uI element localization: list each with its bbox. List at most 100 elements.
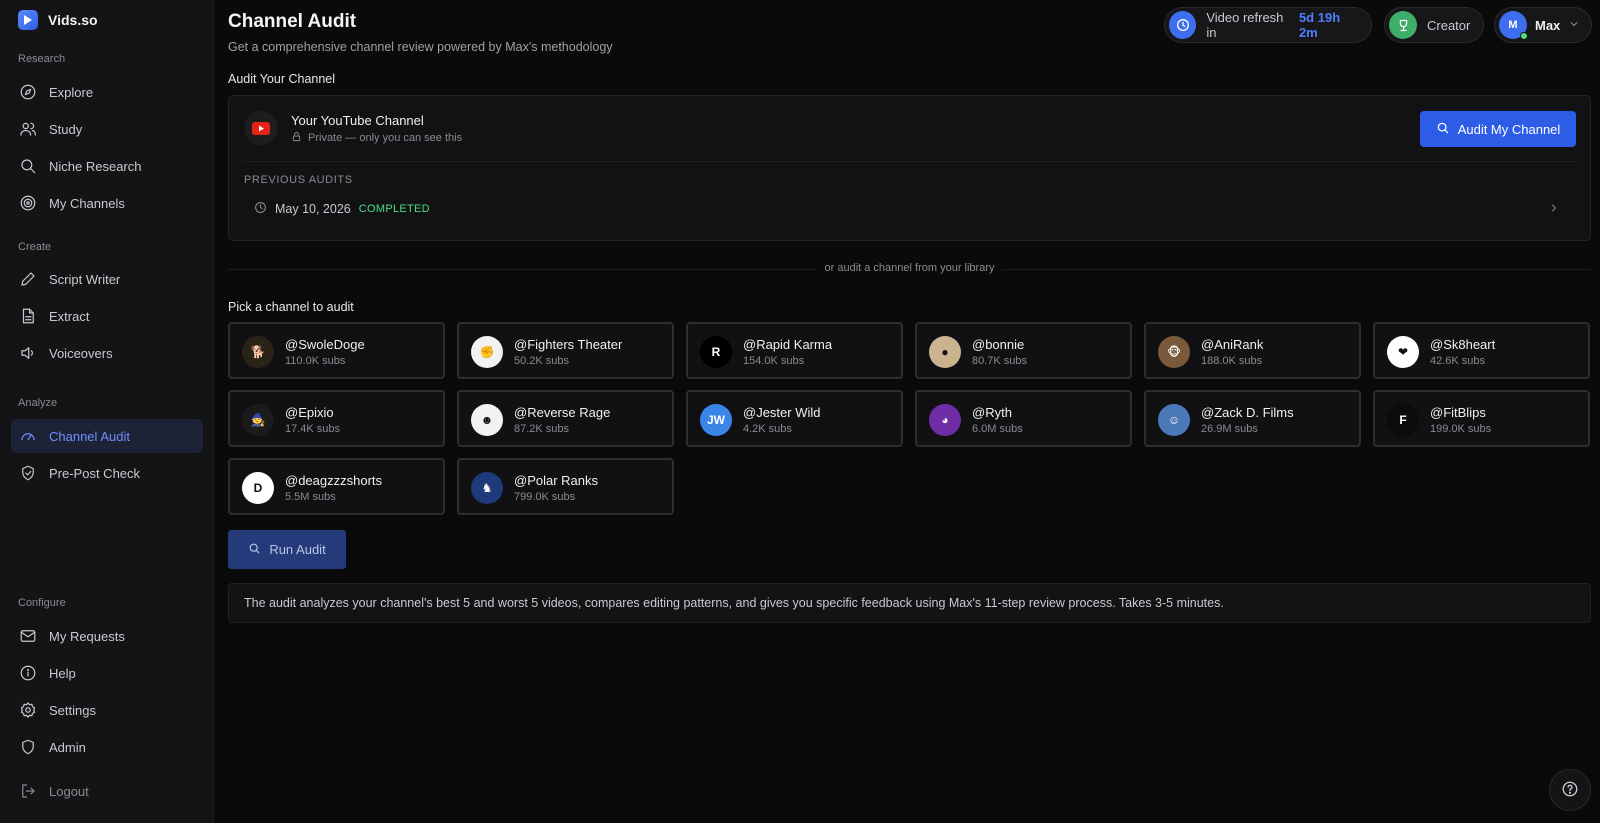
channel-avatar: JW xyxy=(700,404,732,436)
sidebar-item-pre-post-check[interactable]: Pre-Post Check xyxy=(11,456,203,490)
brand-name: Vids.so xyxy=(48,12,98,28)
audit-info-box: The audit analyzes your channel's best 5… xyxy=(228,583,1591,623)
channel-card[interactable]: F @FitBlips 199.0K subs xyxy=(1373,390,1590,447)
sidebar-item-label: My Channels xyxy=(49,195,125,211)
sidebar: Vids.so Research Explore Study Niche Res… xyxy=(0,0,214,823)
audit-button-label: Audit My Channel xyxy=(1457,121,1561,137)
sidebar-item-label: Niche Research xyxy=(49,158,142,174)
compass-icon xyxy=(19,83,37,101)
audit-section-heading: Audit Your Channel xyxy=(228,72,336,86)
document-icon xyxy=(19,307,37,325)
users-icon xyxy=(19,120,37,138)
section-create: Create xyxy=(18,241,52,253)
or-divider-text: or audit a channel from your library xyxy=(816,262,1003,274)
sidebar-item-my-channels[interactable]: My Channels xyxy=(11,186,203,220)
audit-my-channel-button[interactable]: Audit My Channel xyxy=(1420,111,1576,147)
sidebar-item-explore[interactable]: Explore xyxy=(11,75,203,109)
channel-avatar: 🐵 xyxy=(1158,336,1190,368)
sidebar-item-niche-research[interactable]: Niche Research xyxy=(11,149,203,183)
channel-card[interactable]: 🐵 @AniRank 188.0K subs xyxy=(1144,322,1361,379)
channel-avatar: ✊ xyxy=(471,336,503,368)
mail-icon xyxy=(19,627,37,645)
refresh-countdown: 5d 19h 2m xyxy=(1298,10,1341,40)
channel-card[interactable]: JW @Jester Wild 4.2K subs xyxy=(686,390,903,447)
channel-card[interactable]: ☺ @Zack D. Films 26.9M subs xyxy=(1144,390,1361,447)
channel-subs: 4.2K subs xyxy=(743,423,792,435)
sidebar-item-label: Pre-Post Check xyxy=(49,465,141,481)
previous-audit-row[interactable]: May 10, 2026 COMPLETED xyxy=(244,196,1576,222)
sidebar-item-logout[interactable]: Logout xyxy=(11,774,203,808)
audit-date: May 10, 2026 xyxy=(275,202,351,216)
channel-handle: @AniRank xyxy=(1201,337,1264,352)
channel-handle: @Polar Ranks xyxy=(514,473,599,488)
question-icon xyxy=(1561,780,1579,801)
channel-avatar: 🐕 xyxy=(242,336,274,368)
sidebar-item-study[interactable]: Study xyxy=(11,112,203,146)
channel-card[interactable]: 🧙 @Epixio 17.4K subs xyxy=(228,390,445,447)
brand-logo-icon xyxy=(18,10,38,30)
channel-card[interactable]: ❤ @Sk8heart 42.6K subs xyxy=(1373,322,1590,379)
help-button[interactable] xyxy=(1549,769,1591,811)
channel-handle: @SwoleDoge xyxy=(285,337,365,352)
section-research: Research xyxy=(18,53,66,65)
refresh-label: Video refresh in xyxy=(1206,10,1284,40)
channel-subs: 199.0K subs xyxy=(1430,423,1492,435)
sidebar-item-label: Voiceovers xyxy=(49,345,113,361)
trophy-icon xyxy=(1389,11,1417,39)
channel-subs: 26.9M subs xyxy=(1201,423,1258,435)
plan-badge[interactable]: Creator xyxy=(1384,7,1484,43)
channel-card[interactable]: ● @bonnie 80.7K subs xyxy=(915,322,1132,379)
sidebar-item-extract[interactable]: Extract xyxy=(11,299,203,333)
channel-subs: 154.0K subs xyxy=(743,355,805,367)
channel-card[interactable]: ✊ @Fighters Theater 50.2K subs xyxy=(457,322,674,379)
channel-card[interactable]: R @Rapid Karma 154.0K subs xyxy=(686,322,903,379)
gear-icon xyxy=(19,701,37,719)
channel-handle: @FitBlips xyxy=(1430,405,1486,420)
channel-handle: @Fighters Theater xyxy=(514,337,623,352)
channel-card[interactable]: ☻ @Reverse Rage 87.2K subs xyxy=(457,390,674,447)
channel-handle: @Reverse Rage xyxy=(514,405,611,420)
sidebar-item-my-requests[interactable]: My Requests xyxy=(11,619,203,653)
sidebar-item-admin[interactable]: Admin xyxy=(11,730,203,764)
divider xyxy=(243,161,1576,162)
run-audit-button[interactable]: Run Audit xyxy=(228,530,346,569)
channel-handle: @Jester Wild xyxy=(743,405,821,420)
sidebar-item-settings[interactable]: Settings xyxy=(11,693,203,727)
channel-card[interactable]: D @deagzzzshorts 5.5M subs xyxy=(228,458,445,515)
channel-card[interactable]: ◕ @Ryth 6.0M subs xyxy=(915,390,1132,447)
sidebar-item-voiceovers[interactable]: Voiceovers xyxy=(11,336,203,370)
chevron-right-icon xyxy=(1548,202,1560,217)
channel-handle: @bonnie xyxy=(972,337,1025,352)
channel-subs: 188.0K subs xyxy=(1201,355,1263,367)
own-channel-card: Your YouTube Channel Private — only you … xyxy=(228,95,1591,241)
user-name: Max xyxy=(1535,17,1561,33)
sidebar-item-help[interactable]: Help xyxy=(11,656,203,690)
channel-avatar: ❤ xyxy=(1387,336,1419,368)
gauge-icon xyxy=(19,427,37,445)
shield-check-icon xyxy=(19,464,37,482)
avatar-initial: M xyxy=(1508,19,1518,31)
logout-icon xyxy=(19,782,37,800)
channel-handle: @Rapid Karma xyxy=(743,337,833,352)
channel-subs: 5.5M subs xyxy=(285,491,336,503)
video-refresh-pill[interactable]: Video refresh in 5d 19h 2m xyxy=(1164,7,1372,43)
sidebar-item-label: Explore xyxy=(49,84,94,100)
channel-subs: 6.0M subs xyxy=(972,423,1023,435)
user-menu[interactable]: M Max xyxy=(1494,7,1592,43)
channel-avatar: ● xyxy=(929,336,961,368)
channel-subs: 110.0K subs xyxy=(285,355,346,367)
channel-handle: @deagzzzshorts xyxy=(285,473,383,488)
sidebar-item-label: Help xyxy=(49,665,76,681)
brand[interactable]: Vids.so xyxy=(18,10,98,30)
shield-icon xyxy=(19,738,37,756)
search-icon xyxy=(248,542,261,558)
privacy-note: Private — only you can see this xyxy=(291,131,462,145)
channel-subs: 87.2K subs xyxy=(514,423,570,435)
channel-card[interactable]: 🐕 @SwoleDoge 110.0K subs xyxy=(228,322,445,379)
sidebar-item-channel-audit[interactable]: Channel Audit xyxy=(11,419,203,453)
sidebar-item-label: My Requests xyxy=(49,628,125,644)
channel-card[interactable]: ♞ @Polar Ranks 799.0K subs xyxy=(457,458,674,515)
previous-audits-label: PREVIOUS AUDITS xyxy=(244,174,353,186)
speaker-icon xyxy=(19,344,37,362)
target-icon xyxy=(19,194,37,212)
